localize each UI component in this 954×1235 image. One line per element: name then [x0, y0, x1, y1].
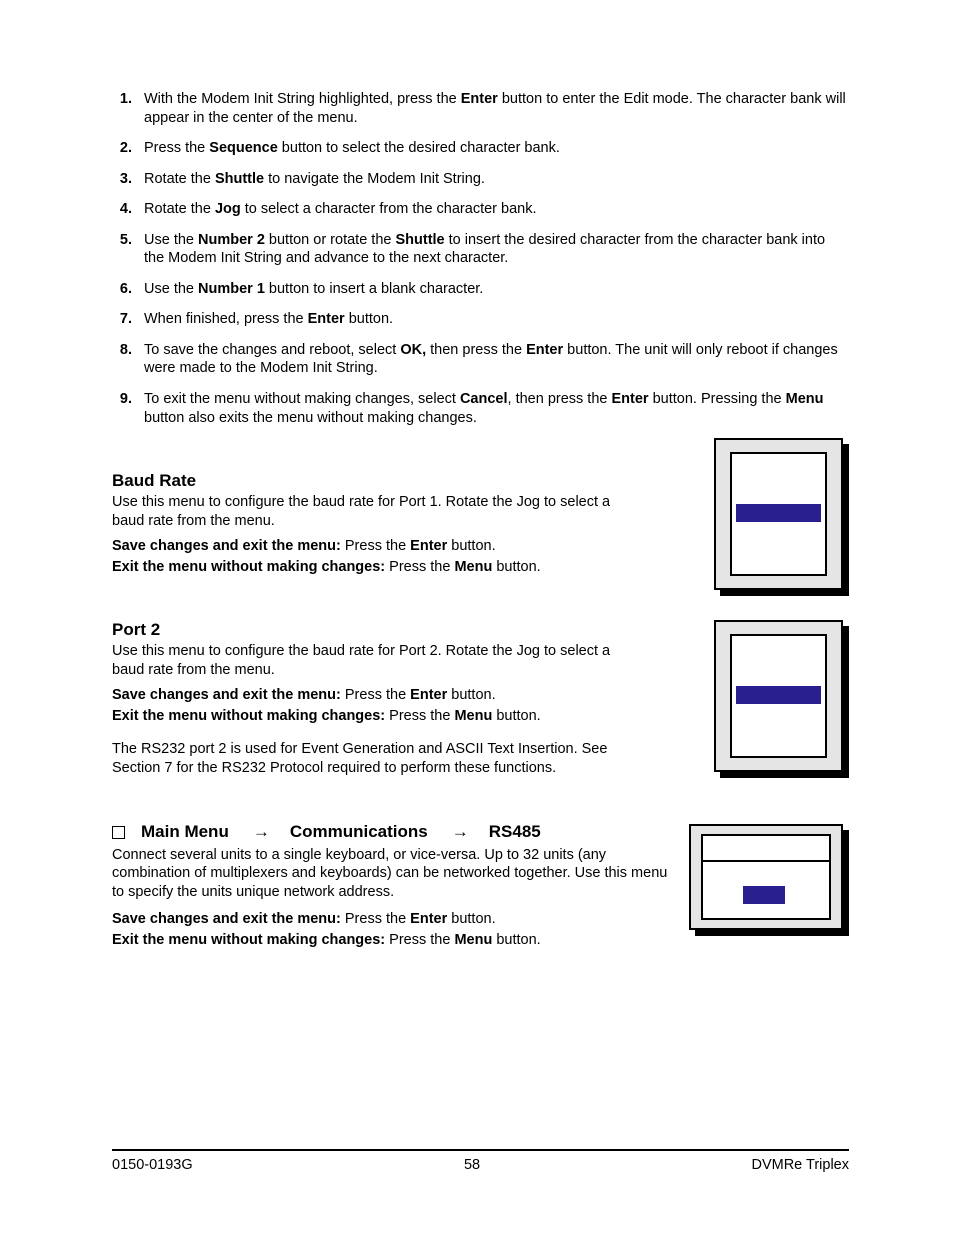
- step-text: When finished, press the Enter button.: [144, 310, 849, 329]
- step-number: 3.: [112, 170, 144, 189]
- footer-right: DVMRe Triplex: [751, 1157, 849, 1173]
- step-number: 6.: [112, 280, 144, 299]
- step-item: 7.When finished, press the Enter button.: [112, 310, 849, 329]
- arrow-icon: →: [452, 822, 469, 842]
- breadcrumb-seg: RS485: [489, 822, 541, 842]
- breadcrumb-seg: Main Menu: [141, 822, 229, 842]
- step-item: 1.With the Modem Init String highlighted…: [112, 90, 849, 127]
- step-text: To exit the menu without making changes,…: [144, 390, 849, 427]
- footer-center: 58: [464, 1157, 480, 1173]
- step-item: 6.Use the Number 1 button to insert a bl…: [112, 280, 849, 299]
- step-text: Rotate the Jog to select a character fro…: [144, 200, 849, 219]
- step-number: 5.: [112, 231, 144, 268]
- paragraph: Exit the menu without making changes: Pr…: [112, 707, 632, 726]
- figure-port2-menu: [714, 620, 849, 780]
- step-number: 9.: [112, 390, 144, 427]
- step-item: 5.Use the Number 2 button or rotate the …: [112, 231, 849, 268]
- step-item: 9.To exit the menu without making change…: [112, 390, 849, 427]
- checkbox-icon: [112, 826, 125, 839]
- step-number: 7.: [112, 310, 144, 329]
- step-text: With the Modem Init String highlighted, …: [144, 90, 849, 127]
- paragraph: Save changes and exit the menu: Press th…: [112, 910, 672, 929]
- paragraph: Exit the menu without making changes: Pr…: [112, 931, 672, 950]
- step-item: 8.To save the changes and reboot, select…: [112, 341, 849, 378]
- step-number: 8.: [112, 341, 144, 378]
- numbered-steps: 1.With the Modem Init String highlighted…: [112, 90, 849, 427]
- paragraph: Use this menu to configure the baud rate…: [112, 642, 632, 680]
- paragraph: Exit the menu without making changes: Pr…: [112, 558, 632, 577]
- paragraph: The RS232 port 2 is used for Event Gener…: [112, 740, 632, 778]
- step-number: 1.: [112, 90, 144, 127]
- paragraph: Use this menu to configure the baud rate…: [112, 493, 632, 531]
- step-text: Rotate the Shuttle to navigate the Modem…: [144, 170, 849, 189]
- breadcrumb-seg: Communications: [290, 822, 428, 842]
- step-number: 2.: [112, 139, 144, 158]
- step-text: Press the Sequence button to select the …: [144, 139, 849, 158]
- paragraph: Connect several units to a single keyboa…: [112, 846, 672, 903]
- step-number: 4.: [112, 200, 144, 219]
- step-text: To save the changes and reboot, select O…: [144, 341, 849, 378]
- paragraph: Save changes and exit the menu: Press th…: [112, 686, 632, 705]
- step-text: Use the Number 1 button to insert a blan…: [144, 280, 849, 299]
- arrow-icon: →: [253, 822, 270, 842]
- page-footer: 0150-0193G 58 DVMRe Triplex: [112, 1149, 849, 1173]
- figure-rs485-menu: [689, 824, 849, 939]
- step-item: 3.Rotate the Shuttle to navigate the Mod…: [112, 170, 849, 189]
- footer-left: 0150-0193G: [112, 1157, 193, 1173]
- paragraph: Save changes and exit the menu: Press th…: [112, 537, 632, 556]
- step-item: 2.Press the Sequence button to select th…: [112, 139, 849, 158]
- step-text: Use the Number 2 button or rotate the Sh…: [144, 231, 849, 268]
- step-item: 4.Rotate the Jog to select a character f…: [112, 200, 849, 219]
- figure-baud-menu: [714, 438, 849, 598]
